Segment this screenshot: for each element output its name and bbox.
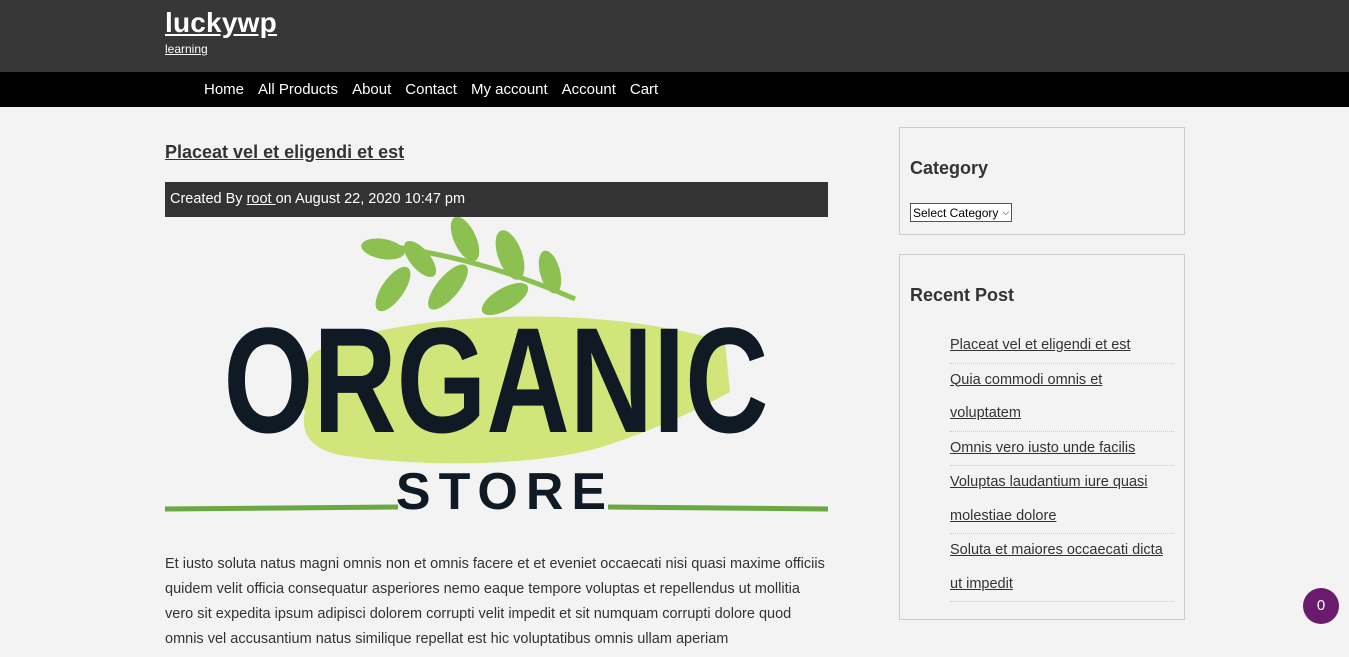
category-select[interactable]: Select Category ⌵ <box>910 203 1013 222</box>
category-select-value: Select Category <box>913 205 999 220</box>
site-tagline-link[interactable]: learning <box>165 42 208 56</box>
post-title-link[interactable]: Placeat vel et eligendi et est <box>165 142 404 163</box>
post-body-text: Et iusto soluta natus magni omnis non et… <box>165 556 825 647</box>
nav-menu: Home All Products About Contact My accou… <box>197 72 665 107</box>
nav-item-account[interactable]: Account <box>555 72 623 107</box>
recent-post-link[interactable]: Placeat vel et eligendi et est <box>950 337 1131 353</box>
recent-post-link[interactable]: Voluptas laudantium iure quasi molestiae… <box>950 474 1148 524</box>
meta-prefix: Created By <box>170 191 247 207</box>
recent-post-item: Voluptas laudantium iure quasi molestiae… <box>950 466 1174 534</box>
recent-post-item: Omnis vero iusto unde facilis <box>950 432 1174 466</box>
recent-post-link[interactable]: Quia commodi omnis et voluptatem <box>950 372 1102 422</box>
nav-item-my-account[interactable]: My account <box>464 72 555 107</box>
site-title-link[interactable]: luckywp <box>165 7 277 39</box>
recent-post-item: Soluta et maiores occaecati dicta ut imp… <box>950 534 1174 602</box>
nav-item-home[interactable]: Home <box>197 72 251 107</box>
author-link[interactable]: root <box>247 191 276 207</box>
category-widget-title: Category <box>910 158 989 178</box>
logo-line-right <box>607 504 829 512</box>
site-header: luckywp learning <box>0 0 1349 72</box>
recent-post-item: Placeat vel et eligendi et est <box>950 329 1174 364</box>
nav-item-all-products[interactable]: All Products <box>251 72 345 107</box>
category-widget: Category Select Category ⌵ <box>899 127 1185 235</box>
chevron-down-icon: ⌵ <box>1002 207 1010 217</box>
recent-posts-list: Placeat vel et eligendi et est Quia comm… <box>950 329 1174 602</box>
recent-post-link[interactable]: Omnis vero iusto unde facilis <box>950 440 1135 456</box>
featured-image-organic-store-logo: ORGANIC STORE <box>164 216 829 521</box>
meta-date: on August 22, 2020 10:47 pm <box>275 191 466 207</box>
nav-item-cart[interactable]: Cart <box>623 72 665 107</box>
recent-posts-widget: Recent Post Placeat vel et eligendi et e… <box>899 254 1185 620</box>
logo-line-left <box>164 504 399 512</box>
recent-post-link[interactable]: Soluta et maiores occaecati dicta ut imp… <box>950 542 1163 592</box>
recent-posts-title: Recent Post <box>910 285 1015 305</box>
main-navigation: Home All Products About Contact My accou… <box>0 72 1349 107</box>
nav-item-about[interactable]: About <box>345 72 398 107</box>
post-meta-bar: Created By root on August 22, 2020 10:47… <box>165 182 828 217</box>
logo-word-store: STORE <box>396 463 614 515</box>
recent-post-item: Quia commodi omnis et voluptatem <box>950 364 1174 432</box>
organic-store-logo-svg: ORGANIC STORE <box>164 216 829 521</box>
floating-cart-count-button[interactable]: 0 <box>1303 588 1339 624</box>
logo-word-organic: ORGANIC <box>224 296 769 464</box>
nav-item-contact[interactable]: Contact <box>398 72 464 107</box>
